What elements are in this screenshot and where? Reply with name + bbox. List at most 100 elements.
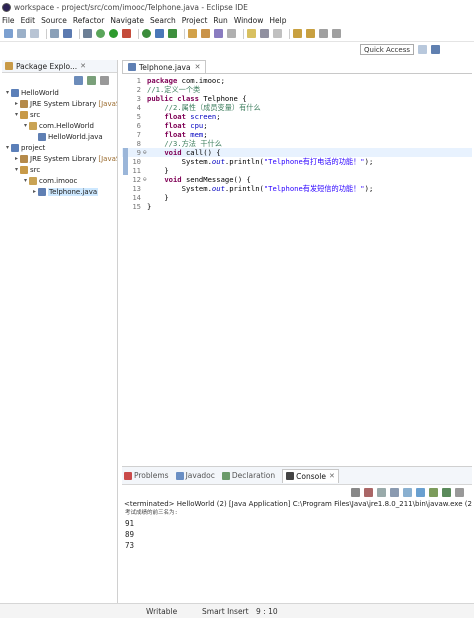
code-line[interactable]: 1 package com.imooc; bbox=[122, 76, 472, 85]
open-console-icon[interactable] bbox=[455, 487, 464, 497]
code-line[interactable]: 13 System.out.println("Telphone有发短信的功能！"… bbox=[122, 184, 472, 193]
java-perspective-icon[interactable] bbox=[431, 44, 440, 54]
tree-item[interactable]: ▾ com.imooc bbox=[2, 175, 117, 186]
tree-item[interactable]: HelloWorld.java bbox=[2, 131, 117, 142]
pilcrow-icon[interactable] bbox=[273, 29, 282, 38]
display-console-icon[interactable] bbox=[442, 487, 451, 497]
tree-item[interactable]: ▸ JRE System Library[JavaSE bbox=[2, 98, 117, 109]
chevron-down-icon[interactable]: ▾ bbox=[13, 111, 20, 118]
chevron-right-icon[interactable]: ▸ bbox=[13, 100, 20, 107]
chevron-right-icon[interactable]: ▸ bbox=[31, 188, 38, 195]
menu-window[interactable]: Window bbox=[234, 16, 264, 25]
chevron-down-icon[interactable]: ▾ bbox=[4, 89, 11, 96]
code-line[interactable]: 10 System.out.println("Telphone有打电话的功能！"… bbox=[122, 157, 472, 166]
chevron-down-icon[interactable]: ▾ bbox=[22, 122, 29, 129]
package-explorer-tab[interactable]: Package Explo... ✕ bbox=[2, 60, 117, 73]
whitespace-icon[interactable] bbox=[260, 29, 269, 38]
new-icon[interactable] bbox=[4, 29, 13, 38]
pin-console-icon[interactable] bbox=[429, 487, 438, 497]
code-line[interactable]: 6 float cpu; bbox=[122, 121, 472, 130]
perspective-icon[interactable] bbox=[418, 44, 427, 54]
debug-icon[interactable] bbox=[96, 29, 105, 38]
chevron-down-icon[interactable]: ▾ bbox=[4, 144, 11, 151]
code-text: } bbox=[147, 202, 152, 211]
tree-item[interactable]: ▾ project bbox=[2, 142, 117, 153]
new-java-project-icon[interactable] bbox=[142, 29, 151, 38]
view-menu-icon[interactable] bbox=[100, 75, 109, 85]
menu-navigate[interactable]: Navigate bbox=[110, 16, 144, 25]
editor-tab-telphone[interactable]: Telphone.java ✕ bbox=[122, 60, 207, 73]
menu-file[interactable]: File bbox=[2, 16, 15, 25]
code-line[interactable]: 11 } bbox=[122, 166, 472, 175]
chevron-down-icon[interactable]: ▾ bbox=[22, 177, 29, 184]
menu-run[interactable]: Run bbox=[213, 16, 227, 25]
close-icon[interactable]: ✕ bbox=[329, 472, 335, 480]
link-editor-icon[interactable] bbox=[87, 75, 96, 85]
annotation-icon[interactable] bbox=[247, 29, 256, 38]
menu-edit[interactable]: Edit bbox=[21, 16, 36, 25]
terminal-icon[interactable] bbox=[63, 29, 72, 38]
code-line[interactable]: 5 float screen; bbox=[122, 112, 472, 121]
remove-all-icon[interactable] bbox=[377, 487, 386, 497]
save-icon[interactable] bbox=[17, 29, 26, 38]
word-wrap-icon[interactable] bbox=[416, 487, 425, 497]
forward-icon[interactable] bbox=[332, 29, 341, 38]
scroll-lock-icon[interactable] bbox=[403, 487, 412, 497]
next-annotation-icon[interactable] bbox=[293, 29, 302, 38]
clear-console-icon[interactable] bbox=[390, 487, 399, 497]
collapse-all-icon[interactable] bbox=[74, 75, 83, 85]
quick-access-field[interactable]: Quick Access bbox=[360, 43, 414, 55]
source-folder-icon bbox=[20, 165, 28, 174]
tree-item[interactable]: ▾ HelloWorld bbox=[2, 87, 117, 98]
console-output-line: 91 bbox=[125, 519, 135, 528]
toggle-mark-icon[interactable] bbox=[227, 29, 236, 38]
package-explorer-icon bbox=[5, 62, 13, 70]
run-icon[interactable] bbox=[109, 29, 118, 38]
code-line[interactable]: 14 } bbox=[122, 193, 472, 202]
previous-annotation-icon[interactable] bbox=[306, 29, 315, 38]
code-line[interactable]: 7 float mem; bbox=[122, 130, 472, 139]
tab-problems[interactable]: Problems bbox=[124, 471, 169, 480]
menu-help[interactable]: Help bbox=[269, 16, 286, 25]
tree-item[interactable]: ▸ JRE System Library[JavaSE bbox=[2, 153, 117, 164]
code-line[interactable]: 12 ⊖ void sendMessage() { bbox=[122, 175, 472, 184]
menu-source[interactable]: Source bbox=[41, 16, 67, 25]
console-icon bbox=[286, 472, 295, 480]
menu-refactor[interactable]: Refactor bbox=[73, 16, 104, 25]
print-icon[interactable] bbox=[50, 29, 59, 38]
save-all-icon[interactable] bbox=[30, 29, 39, 38]
close-icon[interactable]: ✕ bbox=[80, 62, 86, 70]
code-line[interactable]: 4 //2.属性（成员变量）有什么 bbox=[122, 103, 472, 112]
tab-console[interactable]: Console ✕ bbox=[282, 468, 339, 483]
chevron-down-icon[interactable]: ▾ bbox=[13, 166, 20, 173]
code-line[interactable]: 9 ⊖ void call() { bbox=[122, 148, 472, 157]
external-tools-icon[interactable] bbox=[122, 29, 131, 38]
tree-item[interactable]: ▸ Telphone.java bbox=[2, 186, 117, 197]
new-class-icon[interactable] bbox=[168, 29, 177, 38]
code-line[interactable]: 2 //1.定义一个类 bbox=[122, 85, 472, 94]
tree-item[interactable]: ▾ com.HelloWorld bbox=[2, 120, 117, 131]
remove-launch-icon[interactable] bbox=[364, 487, 373, 497]
skip-breakpoints-icon[interactable] bbox=[83, 29, 92, 38]
search-icon[interactable] bbox=[214, 29, 223, 38]
code-line[interactable]: 8 //3.方法 干什么 bbox=[122, 139, 472, 148]
code-text: package com.imooc; bbox=[147, 76, 225, 85]
new-package-icon[interactable] bbox=[155, 29, 164, 38]
tab-declaration[interactable]: Declaration bbox=[221, 471, 275, 480]
menu-project[interactable]: Project bbox=[182, 16, 208, 25]
tree-item[interactable]: ▾ src bbox=[2, 109, 117, 120]
open-task-icon[interactable] bbox=[201, 29, 210, 38]
menu-search[interactable]: Search bbox=[150, 16, 176, 25]
code-line[interactable]: 3 public class Telphone { bbox=[122, 94, 472, 103]
chevron-right-icon[interactable]: ▸ bbox=[13, 155, 20, 162]
code-line[interactable]: 15} bbox=[122, 202, 472, 211]
open-type-icon[interactable] bbox=[188, 29, 197, 38]
tab-javadoc[interactable]: Javadoc bbox=[175, 471, 215, 480]
code-text: public class Telphone { bbox=[147, 94, 247, 103]
package-explorer-tab-label: Package Explo... bbox=[16, 61, 78, 71]
code-editor[interactable]: 1 package com.imooc; 2 //1.定义一个类 3 public cla… bbox=[122, 73, 472, 463]
terminate-icon[interactable] bbox=[351, 487, 360, 497]
close-icon[interactable]: ✕ bbox=[195, 63, 201, 71]
tree-item[interactable]: ▾ src bbox=[2, 164, 117, 175]
back-icon[interactable] bbox=[319, 29, 328, 38]
